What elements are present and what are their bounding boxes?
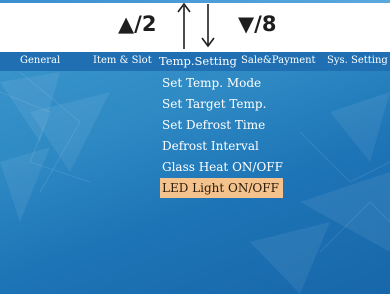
menu-item-set-target-temp[interactable]: Set Target Temp. bbox=[160, 94, 270, 114]
tab-item-and-slot[interactable]: Item & Slot bbox=[93, 54, 152, 68]
navigation-hint-strip: ▲/2 ▼/8 bbox=[0, 0, 390, 56]
up-key-hint: ▲/2 bbox=[118, 12, 157, 36]
menu-item-defrost-interval[interactable]: Defrost Interval bbox=[160, 136, 263, 156]
screen-top-edge bbox=[0, 0, 390, 3]
settings-screen: General Item & Slot Temp.Setting Sale&Pa… bbox=[0, 52, 390, 294]
arrow-up-icon bbox=[177, 2, 191, 49]
tab-temp-setting[interactable]: Temp.Setting bbox=[159, 54, 237, 68]
tab-bar: General Item & Slot Temp.Setting Sale&Pa… bbox=[0, 52, 390, 71]
menu-item-set-defrost-time[interactable]: Set Defrost Time bbox=[160, 115, 269, 135]
arrow-down-icon bbox=[201, 4, 215, 48]
page: ▲/2 ▼/8 General Item & Slot Temp.Setting… bbox=[0, 0, 390, 294]
temp-setting-menu: Set Temp. Mode Set Target Temp. Set Defr… bbox=[160, 72, 287, 198]
tab-sys-setting[interactable]: Sys. Setting bbox=[327, 54, 388, 68]
menu-item-led-light-selected[interactable]: LED Light ON/OFF bbox=[160, 178, 283, 198]
menu-item-set-temp-mode[interactable]: Set Temp. Mode bbox=[160, 73, 265, 93]
tab-general[interactable]: General bbox=[20, 54, 60, 68]
menu-item-glass-heat[interactable]: Glass Heat ON/OFF bbox=[160, 157, 287, 177]
down-key-hint: ▼/8 bbox=[238, 12, 277, 36]
tab-sale-and-payment[interactable]: Sale&Payment bbox=[241, 54, 316, 68]
